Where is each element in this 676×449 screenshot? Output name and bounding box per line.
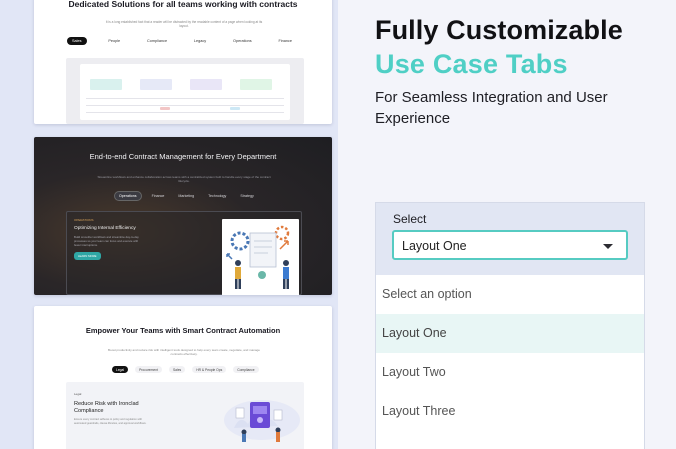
card3-tab[interactable]: Compliance <box>233 366 259 373</box>
card1-tab[interactable]: Sales <box>67 37 87 45</box>
card3-tab[interactable]: Sales <box>168 366 186 373</box>
card3-tab[interactable]: Legal <box>112 366 129 373</box>
select-current-value: Layout One <box>402 239 467 253</box>
card1-tab[interactable]: Compliance <box>142 37 172 45</box>
card2-subtext: Streamline workflows and enhance collabo… <box>97 175 271 183</box>
card1-heading: Dedicated Solutions for all teams workin… <box>68 0 298 9</box>
card1-tab[interactable]: Legacy <box>189 37 211 45</box>
card3-panel: Legal Reduce Risk with Ironclad Complian… <box>66 382 304 449</box>
card3-heading: Empower Your Teams with Smart Contract A… <box>85 326 281 335</box>
card3-tab[interactable]: HR & People Ops <box>192 366 227 373</box>
chevron-down-icon[interactable] <box>603 244 613 249</box>
card2-panel-eyebrow: OPERATIONS <box>74 218 94 222</box>
select-option-layout-one[interactable]: Layout One <box>376 314 644 353</box>
card1-tab[interactable]: Operations <box>228 37 257 45</box>
preview-column: Dedicated Solutions for all teams workin… <box>0 0 338 449</box>
divider <box>86 112 284 113</box>
layout-select-container: Select Layout One <box>375 202 645 276</box>
card2-panel-title: Optimizing Internal Efficiency <box>74 226 136 231</box>
select-label: Select <box>393 212 427 226</box>
select-option-layout-two[interactable]: Layout Two <box>376 353 644 392</box>
stat-chip <box>140 79 172 90</box>
stat-chip <box>240 79 272 90</box>
card2-tab[interactable]: Operations <box>114 191 142 201</box>
stat-chip <box>190 79 222 90</box>
card2-tabs: Operations Finance Marketing Technology … <box>114 191 258 201</box>
layout-select[interactable]: Layout One <box>392 230 628 260</box>
select-option-placeholder[interactable]: Select an option <box>376 275 644 314</box>
layout-preview-card-2[interactable]: End-to-end Contract Management for Every… <box>34 137 332 295</box>
card2-tab[interactable]: Technology <box>204 192 230 200</box>
team-workflow-illustration <box>222 219 299 295</box>
card1-tab[interactable]: People <box>103 37 125 45</box>
card2-tab[interactable]: Strategy <box>236 192 257 200</box>
card1-dashboard-mock <box>80 64 290 120</box>
divider <box>86 98 284 99</box>
card1-tabs: Sales People Compliance Legacy Operation… <box>67 37 297 45</box>
status-badge <box>160 107 170 110</box>
card2-panel: OPERATIONS Optimizing Internal Efficienc… <box>66 211 302 295</box>
select-option-layout-three[interactable]: Layout Three <box>376 392 644 431</box>
card2-heading: End-to-end Contract Management for Every… <box>89 152 277 161</box>
automation-illustration <box>216 390 306 446</box>
hero-description: For Seamless Integration and User Experi… <box>375 89 608 127</box>
card1-tab[interactable]: Finance <box>273 37 297 45</box>
card3-tab[interactable]: Procurement <box>135 366 162 373</box>
layout-preview-card-1[interactable]: Dedicated Solutions for all teams workin… <box>34 0 332 124</box>
hero-title-line2: Use Case Tabs <box>375 49 568 79</box>
card3-subtext: Boost productivity and reduce risk with … <box>108 348 260 356</box>
card2-tab[interactable]: Finance <box>148 192 169 200</box>
card3-panel-eyebrow: Legal <box>74 392 82 396</box>
stat-chip <box>90 79 122 90</box>
card3-tabs: Legal Procurement Sales HR & People Ops … <box>112 366 259 373</box>
select-dropdown-list: Select an option Layout One Layout Two L… <box>375 275 645 449</box>
card3-panel-title: Reduce Risk with Ironclad Compliance <box>74 401 139 414</box>
learn-more-button[interactable]: LEARN MORE <box>74 252 101 260</box>
card3-panel-description: Ensure every contract adheres to policy … <box>74 418 147 425</box>
divider <box>86 105 284 106</box>
hero-title-line1: Fully Customizable <box>375 15 623 45</box>
status-badge <box>230 107 240 110</box>
layout-preview-card-3[interactable]: Empower Your Teams with Smart Contract A… <box>34 306 332 449</box>
card1-subtext: It is a long established fact that a rea… <box>105 20 263 28</box>
card1-panel <box>66 58 304 124</box>
card2-tab[interactable]: Marketing <box>174 192 198 200</box>
card2-panel-description: Build smoother workflows and streamline … <box>74 235 139 247</box>
